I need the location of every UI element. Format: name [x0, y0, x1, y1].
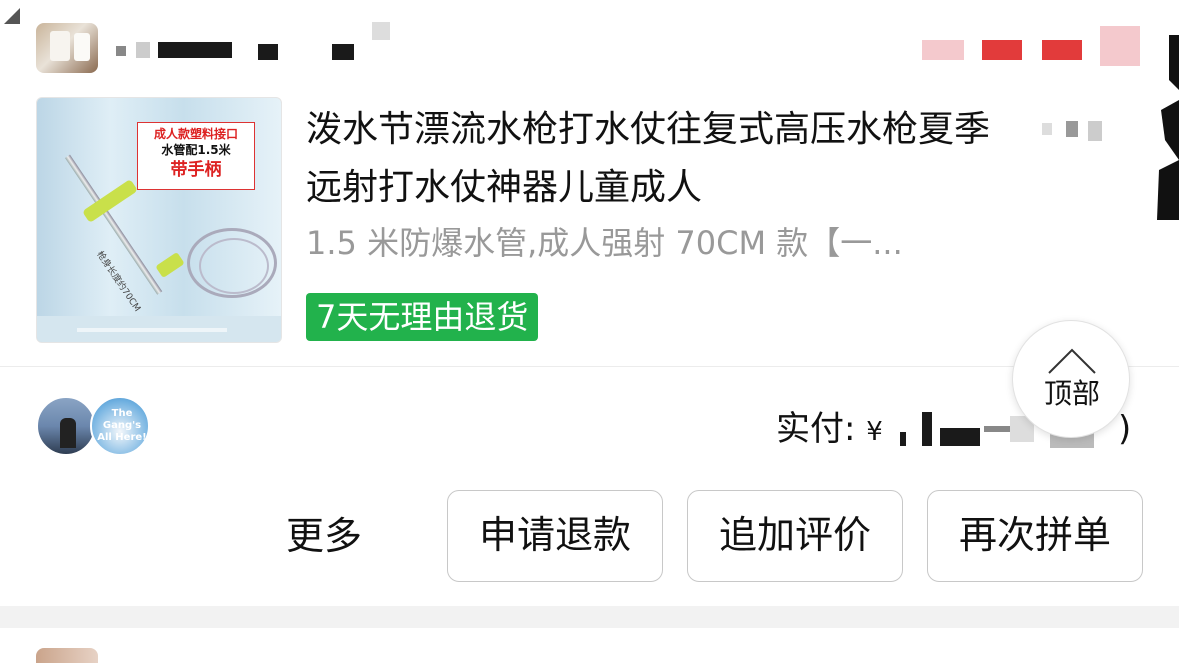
thumb-label-line2: 水管配1.5米 — [161, 143, 231, 157]
edge-decoration — [1157, 35, 1179, 220]
hose-coil-inner — [199, 238, 269, 294]
add-review-button[interactable]: 追加评价 — [687, 490, 903, 582]
group-buy-avatars[interactable]: The Gang's All Here! — [36, 396, 156, 458]
product-thumbnail[interactable]: 枪身长度约70CM 成人款塑料接口 水管配1.5米 带手柄 — [36, 97, 282, 343]
thumb-label-line1: 成人款塑料接口 — [153, 127, 238, 141]
store-avatar[interactable] — [36, 23, 98, 73]
next-store-avatar[interactable] — [36, 648, 98, 663]
return-policy-badge: 7天无理由退货 — [306, 293, 539, 341]
store-header[interactable] — [0, 0, 1179, 80]
store-name-redacted — [110, 22, 400, 62]
avatar-caption: The Gang's All Here! — [97, 408, 147, 443]
avatar — [36, 396, 96, 456]
chevron-up-icon — [1048, 348, 1096, 374]
product-title[interactable]: 泼水节漂流水枪打水仗往复式高压水枪夏季远射打水仗神器儿童成人 — [306, 101, 996, 217]
reorder-button[interactable]: 再次拼单 — [927, 490, 1143, 582]
more-button[interactable]: 更多 — [286, 512, 362, 560]
thumb-label: 成人款塑料接口 水管配1.5米 带手柄 — [137, 122, 255, 190]
paid-label: 实付: — [776, 409, 856, 449]
water-gun-body — [155, 251, 185, 279]
back-to-top-label: 顶部 — [1043, 377, 1100, 410]
request-refund-button[interactable]: 申请退款 — [447, 490, 663, 582]
back-to-top-button[interactable]: 顶部 — [1012, 320, 1130, 438]
paid-tail: ) — [1118, 409, 1132, 449]
section-divider — [0, 366, 1179, 367]
product-card[interactable]: 枪身长度约70CM 成人款塑料接口 水管配1.5米 带手柄 泼水节漂流水枪打水仗… — [36, 97, 1136, 347]
avatar: The Gang's All Here! — [90, 396, 150, 456]
order-status-redacted — [922, 22, 1150, 78]
section-gap — [0, 606, 1179, 628]
thumb-shelf — [77, 328, 227, 332]
thumb-label-line3: 带手柄 — [170, 160, 222, 180]
quantity-redacted — [1036, 119, 1106, 143]
product-spec[interactable]: 1.5 米防爆水管,成人强射 70CM 款【一... — [306, 221, 996, 265]
